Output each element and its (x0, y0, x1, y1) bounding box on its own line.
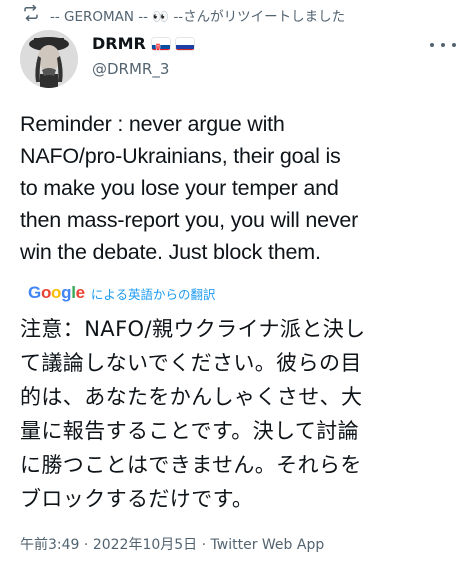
retweet-banner-text: -- GEROMAN -- 👀 --さんがリツイートしました (50, 9, 346, 25)
tweet-line: then mass-report you, you will never (20, 208, 359, 232)
tweet-source[interactable]: Twitter Web App (211, 537, 325, 553)
retweet-icon (22, 4, 40, 26)
author-name[interactable]: DRMR (92, 34, 146, 53)
translated-line: に勝つことはできません。それらを (20, 453, 362, 477)
more-options-icon[interactable] (430, 38, 456, 52)
meta-separator: · (201, 537, 207, 553)
tweet-text: Reminder : never argue with NAFO/pro-Ukr… (20, 108, 460, 268)
translation-label[interactable]: による英語からの翻訳 (91, 284, 216, 303)
author-handle[interactable]: @DRMR_3 (92, 60, 169, 78)
tweet-line: NAFO/pro-Ukrainians, their goal is (20, 144, 341, 168)
author-name-row[interactable]: DRMR (92, 34, 194, 53)
translated-text: 注意：NAFO/親ウクライナ派と決し て議論しないでください。彼らの目 的は、あ… (20, 312, 460, 516)
translated-line: 的は、あなたをかんしゃくさせ、大 (20, 385, 363, 409)
translation-attribution[interactable]: Google による英語からの翻訳 (28, 283, 215, 303)
tweet-line: to make you lose your temper and (20, 176, 339, 200)
tweet-date[interactable]: 2022年10月5日 (93, 537, 197, 553)
google-logo: Google (28, 283, 85, 302)
tweet-meta: 午前3:49 · 2022年10月5日 · Twitter Web App (20, 534, 324, 554)
tweet-line: win the debate. Just block them. (20, 240, 321, 264)
slovakia-flag-icon (151, 38, 170, 50)
translated-line: て議論しないでください。彼らの目 (20, 351, 362, 375)
tweet-line: Reminder : never argue with (20, 112, 285, 136)
retweet-banner[interactable]: -- GEROMAN -- 👀 --さんがリツイートしました (22, 4, 462, 26)
translated-line: ブロックするだけです。 (20, 487, 254, 511)
russia-flag-icon (175, 38, 194, 50)
tweet-header: DRMR @DRMR_3 (20, 30, 460, 92)
meta-separator: · (83, 537, 89, 553)
translated-line: 注意：NAFO/親ウクライナ派と決し (20, 317, 366, 341)
tweet-time[interactable]: 午前3:49 (20, 537, 79, 553)
translated-line: 量に報告することです。決して討論 (20, 419, 360, 443)
avatar[interactable] (20, 30, 78, 88)
